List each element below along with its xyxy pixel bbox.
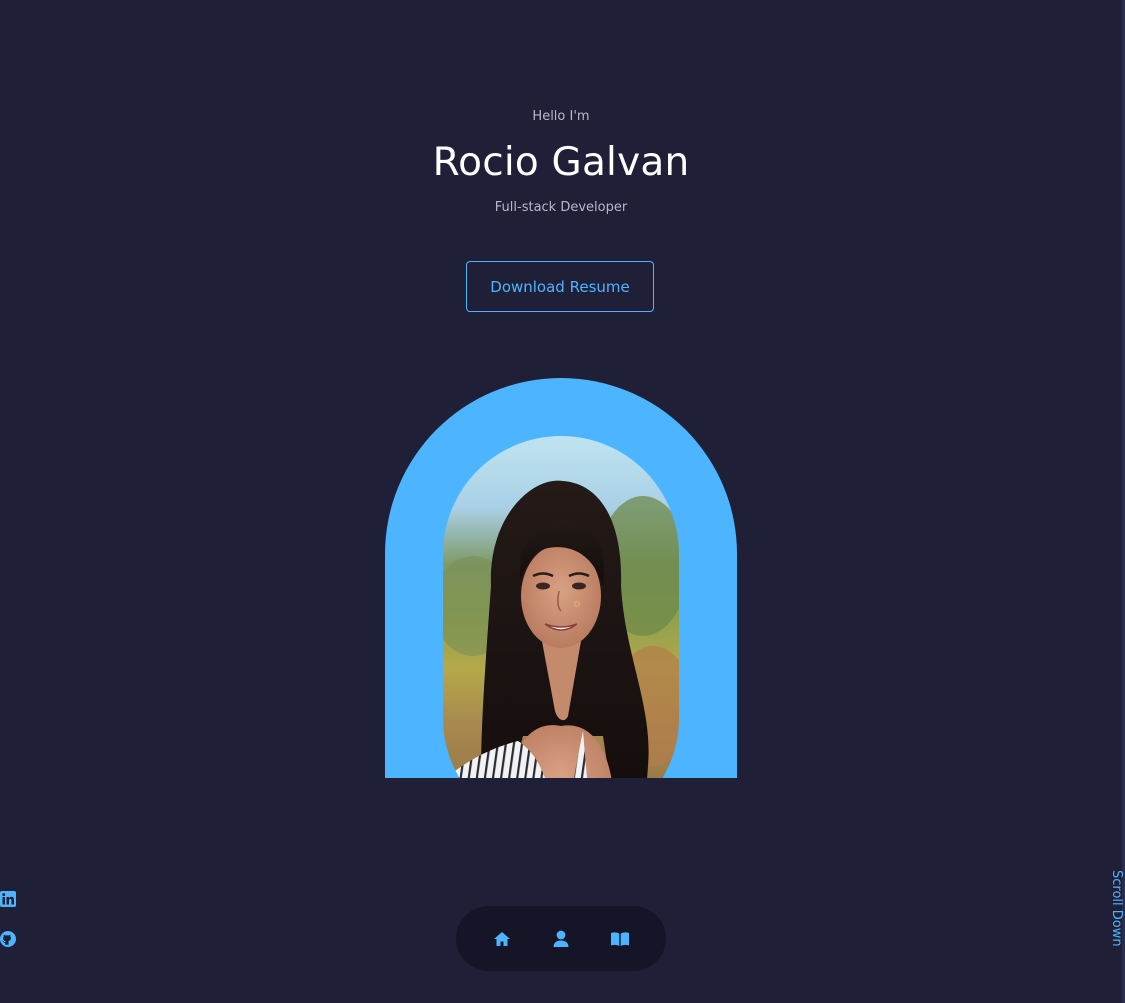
github-icon[interactable] (0, 931, 16, 947)
nav-item-resume[interactable] (607, 926, 633, 952)
hero-greeting: Hello I'm (532, 109, 590, 124)
user-icon (553, 930, 569, 947)
linkedin-icon[interactable] (0, 891, 16, 907)
nav-item-home[interactable] (489, 926, 515, 952)
scroll-down-link[interactable]: Scroll Down (1106, 870, 1124, 954)
bottom-nav (456, 906, 666, 971)
nav-item-about[interactable] (548, 926, 574, 952)
home-icon (494, 932, 510, 946)
social-links (0, 891, 20, 971)
hero-name: Rocio Galvan (432, 140, 690, 185)
hero-role: Full-stack Developer (494, 200, 628, 215)
download-resume-button[interactable]: Download Resume (466, 261, 654, 312)
profile-arch (385, 378, 737, 778)
book-icon (611, 932, 629, 946)
profile-photo (443, 436, 679, 778)
